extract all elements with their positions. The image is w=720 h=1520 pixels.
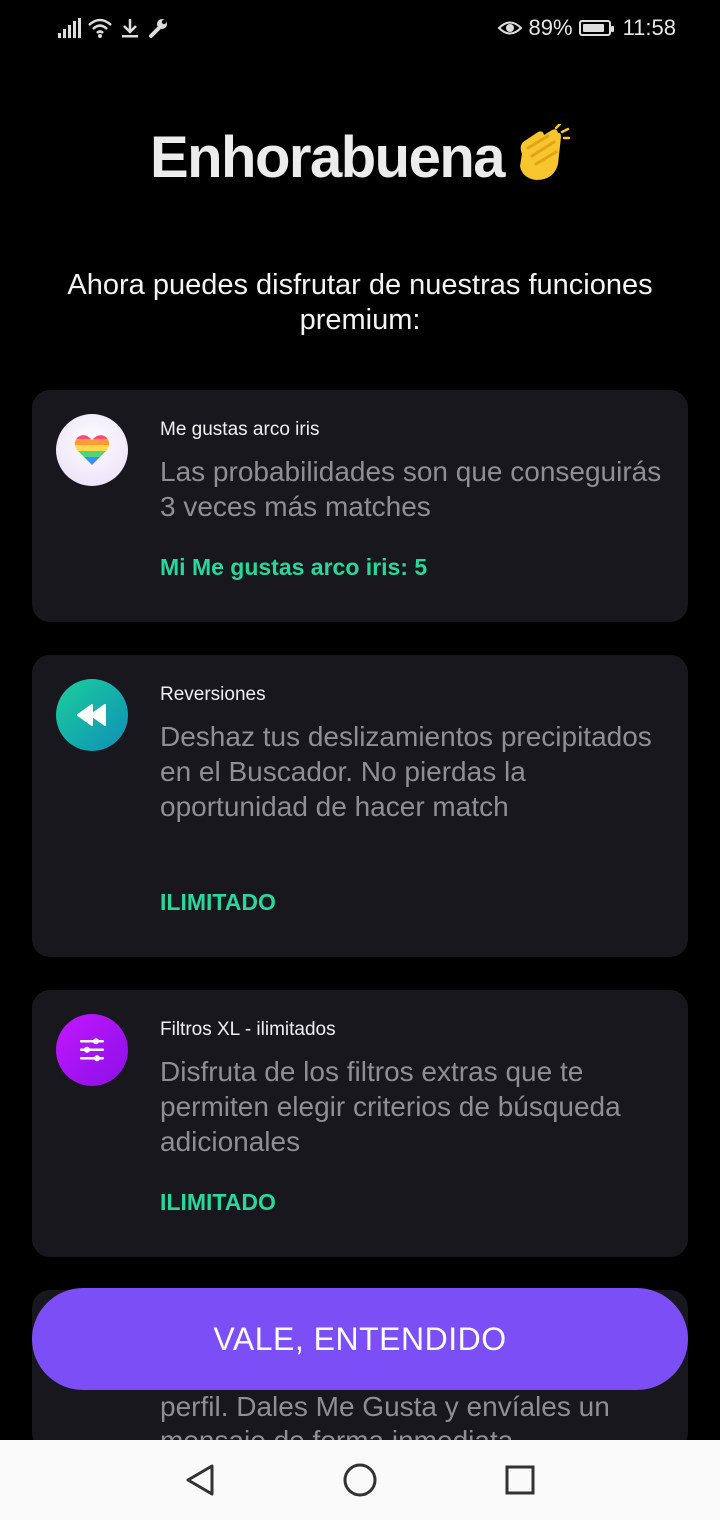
header: Enhorabuena — [0, 122, 720, 191]
feature-card-filters: Filtros XL - ilimitados Disfruta de los … — [32, 990, 688, 1257]
home-icon[interactable] — [342, 1462, 378, 1498]
feature-description: Disfruta de los filtros extras que te pe… — [160, 1056, 621, 1157]
status-left-icons — [58, 14, 169, 42]
wrench-icon — [149, 19, 167, 38]
eye-icon — [497, 21, 522, 35]
feature-card-rainbow-likes: Me gustas arco iris Las probabilidades s… — [32, 390, 688, 622]
page-title: Enhorabuena — [149, 125, 506, 190]
battery-icon — [578, 20, 614, 36]
feature-title: Filtros XL - ilimitados — [160, 1019, 336, 1040]
filters-icon — [56, 1014, 128, 1086]
wifi-icon — [88, 18, 112, 38]
rewind-icon — [56, 679, 128, 751]
download-icon — [122, 19, 138, 38]
signal-icon — [58, 18, 81, 38]
feature-status: ILIMITADO — [160, 1189, 276, 1215]
feature-title: Reversiones — [160, 684, 266, 705]
feature-status: ILIMITADO — [160, 889, 276, 915]
rainbow-heart-icon — [56, 414, 128, 486]
feature-title: Me gustas arco iris — [160, 419, 320, 440]
battery-percent: 89% — [528, 15, 573, 40]
status-bar: 89% 11:58 — [0, 0, 720, 56]
subtitle: Ahora puedes disfrutar de nuestras funci… — [67, 269, 653, 336]
feature-description: Las probabilidades son que conseguirás 3… — [160, 456, 662, 522]
feature-status: Mi Me gustas arco iris: 5 — [160, 554, 428, 580]
clock: 11:58 — [622, 15, 676, 40]
feature-card-rewinds: Reversiones Deshaz tus deslizamientos pr… — [32, 655, 688, 957]
status-right-icons: 89% 11:58 — [497, 14, 676, 42]
recents-icon[interactable] — [502, 1462, 538, 1498]
back-icon[interactable] — [182, 1462, 218, 1498]
confirm-button[interactable]: VALE, ENTENDIDO — [32, 1288, 688, 1390]
feature-description: Deshaz tus deslizamientos precipitados e… — [160, 721, 652, 822]
clapping-hands-icon — [508, 122, 571, 191]
system-nav-bar — [0, 1440, 720, 1520]
battery-fill — [582, 24, 604, 32]
